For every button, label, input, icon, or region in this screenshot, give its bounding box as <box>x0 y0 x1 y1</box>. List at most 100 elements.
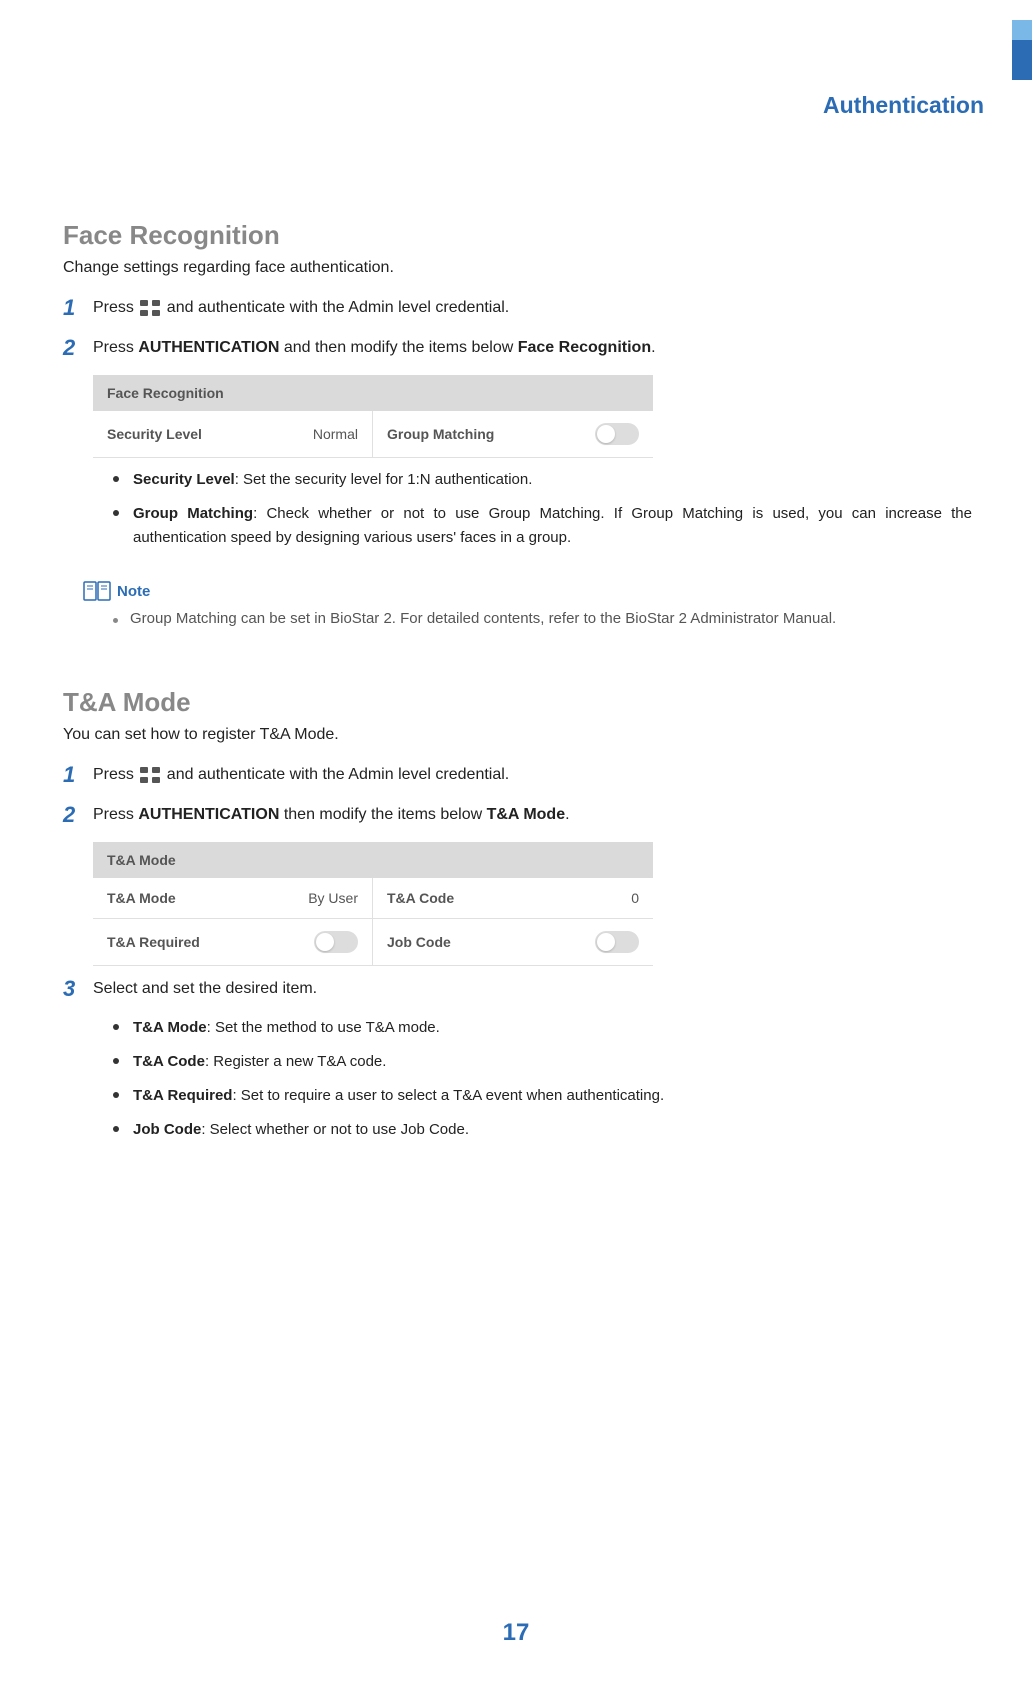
face-recognition-panel: Face Recognition Security Level Normal G… <box>93 375 653 458</box>
step-number: 3 <box>63 976 93 1002</box>
bullet-list: T&A Mode: Set the method to use T&A mode… <box>113 1016 972 1142</box>
section-face-recognition: Face Recognition Change settings regardi… <box>63 220 972 627</box>
section-description: Change settings regarding face authentic… <box>63 259 972 277</box>
cell-value: Normal <box>313 426 358 442</box>
cell-label: Security Level <box>107 426 202 442</box>
step-text-fragment: . <box>565 806 569 823</box>
step-2: 2 Press AUTHENTICATION then modify the i… <box>63 802 972 828</box>
section-ta-mode: T&A Mode You can set how to register T&A… <box>63 687 972 1142</box>
panel-row: T&A Required Job Code <box>93 919 653 966</box>
job-code-toggle[interactable] <box>595 931 639 953</box>
step-text-fragment: Press <box>93 806 138 823</box>
page-number: 17 <box>503 1619 530 1647</box>
step-1: 1 Press and authenticate with the Admin … <box>63 762 972 788</box>
ta-required-toggle[interactable] <box>314 931 358 953</box>
step-text-fragment: and then modify the items below <box>279 339 517 356</box>
step-text-fragment: . <box>651 339 655 356</box>
bullet-desc: : Set the security level for 1:N authent… <box>235 471 533 488</box>
step-2: 2 Press AUTHENTICATION and then modify t… <box>63 335 972 361</box>
bullet-text: T&A Code: Register a new T&A code. <box>133 1050 972 1074</box>
step-number: 1 <box>63 295 93 321</box>
step-number: 2 <box>63 802 93 828</box>
section-title: T&A Mode <box>63 687 972 718</box>
bullet-text: Group Matching: Check whether or not to … <box>133 502 972 550</box>
step-text-pre: Press <box>93 766 138 783</box>
bullet-dot-icon <box>113 618 118 623</box>
step-number: 1 <box>63 762 93 788</box>
bullet-text: T&A Mode: Set the method to use T&A mode… <box>133 1016 972 1040</box>
bullet-bold: T&A Code <box>133 1053 205 1070</box>
bullet-item: Job Code: Select whether or not to use J… <box>113 1118 972 1142</box>
note-label: Note <box>117 583 150 600</box>
section-description: You can set how to register T&A Mode. <box>63 726 972 744</box>
step-text: Press AUTHENTICATION then modify the ite… <box>93 802 972 824</box>
cell-value: 0 <box>631 890 639 906</box>
step-text-bold: AUTHENTICATION <box>138 339 279 356</box>
bullet-dot-icon <box>113 1126 119 1132</box>
ta-code-cell[interactable]: T&A Code 0 <box>373 878 653 918</box>
bullet-bold: Job Code <box>133 1121 201 1138</box>
bullet-bold: Security Level <box>133 471 235 488</box>
group-matching-toggle[interactable] <box>595 423 639 445</box>
bullet-item: T&A Mode: Set the method to use T&A mode… <box>113 1016 972 1040</box>
note-book-icon <box>83 580 111 602</box>
step-3: 3 Select and set the desired item. <box>63 976 972 1002</box>
ta-mode-cell[interactable]: T&A Mode By User <box>93 878 373 918</box>
cell-label: T&A Code <box>387 890 454 906</box>
ta-mode-panel: T&A Mode T&A Mode By User T&A Code 0 T&A… <box>93 842 653 966</box>
note-bullet: Group Matching can be set in BioStar 2. … <box>113 610 972 627</box>
panel-row: T&A Mode By User T&A Code 0 <box>93 878 653 919</box>
bullet-desc: : Set to require a user to select a T&A … <box>232 1087 664 1104</box>
panel-header: Face Recognition <box>93 375 653 411</box>
group-matching-cell[interactable]: Group Matching <box>373 411 653 457</box>
ta-required-cell[interactable]: T&A Required <box>93 919 373 965</box>
step-text-post: and authenticate with the Admin level cr… <box>167 299 509 316</box>
step-text-fragment: then modify the items below <box>279 806 486 823</box>
bullet-item: T&A Code: Register a new T&A code. <box>113 1050 972 1074</box>
bullet-list: Security Level: Set the security level f… <box>113 468 972 550</box>
bullet-desc: : Check whether or not to use Group Matc… <box>133 505 972 546</box>
cell-label: Group Matching <box>387 426 494 442</box>
step-text-bold: T&A Mode <box>487 806 566 823</box>
chapter-tab-accent <box>1012 40 1032 80</box>
cell-label: T&A Mode <box>107 890 176 906</box>
bullet-bold: T&A Mode <box>133 1019 207 1036</box>
note-header: Note <box>83 580 972 602</box>
bullet-item: T&A Required: Set to require a user to s… <box>113 1084 972 1108</box>
step-text-post: and authenticate with the Admin level cr… <box>167 766 509 783</box>
step-text-fragment: Press <box>93 339 138 356</box>
job-code-cell[interactable]: Job Code <box>373 919 653 965</box>
step-text: Press AUTHENTICATION and then modify the… <box>93 335 972 357</box>
bullet-desc: : Register a new T&A code. <box>205 1053 387 1070</box>
step-text: Select and set the desired item. <box>93 976 972 998</box>
cell-value: By User <box>308 890 358 906</box>
panel-header: T&A Mode <box>93 842 653 878</box>
bullet-desc: : Select whether or not to use Job Code. <box>201 1121 469 1138</box>
bullet-desc: : Set the method to use T&A mode. <box>207 1019 440 1036</box>
bullet-dot-icon <box>113 1024 119 1030</box>
step-text-bold: Face Recognition <box>518 339 651 356</box>
chapter-title: Authentication <box>823 92 984 119</box>
security-level-cell[interactable]: Security Level Normal <box>93 411 373 457</box>
step-text-bold: AUTHENTICATION <box>138 806 279 823</box>
panel-row: Security Level Normal Group Matching <box>93 411 653 458</box>
menu-grid-icon <box>140 300 160 316</box>
bullet-dot-icon <box>113 476 119 482</box>
bullet-item: Group Matching: Check whether or not to … <box>113 502 972 550</box>
step-number: 2 <box>63 335 93 361</box>
bullet-text: Security Level: Set the security level f… <box>133 468 972 492</box>
note-section: Note Group Matching can be set in BioSta… <box>83 580 972 627</box>
note-text: Group Matching can be set in BioStar 2. … <box>130 610 836 627</box>
section-title: Face Recognition <box>63 220 972 251</box>
cell-label: Job Code <box>387 934 451 950</box>
bullet-text: T&A Required: Set to require a user to s… <box>133 1084 972 1108</box>
bullet-dot-icon <box>113 1058 119 1064</box>
menu-grid-icon <box>140 767 160 783</box>
bullet-bold: Group Matching <box>133 505 253 522</box>
bullet-item: Security Level: Set the security level f… <box>113 468 972 492</box>
bullet-dot-icon <box>113 510 119 516</box>
bullet-bold: T&A Required <box>133 1087 232 1104</box>
step-1: 1 Press and authenticate with the Admin … <box>63 295 972 321</box>
bullet-text: Job Code: Select whether or not to use J… <box>133 1118 972 1142</box>
step-text: Press and authenticate with the Admin le… <box>93 762 972 784</box>
